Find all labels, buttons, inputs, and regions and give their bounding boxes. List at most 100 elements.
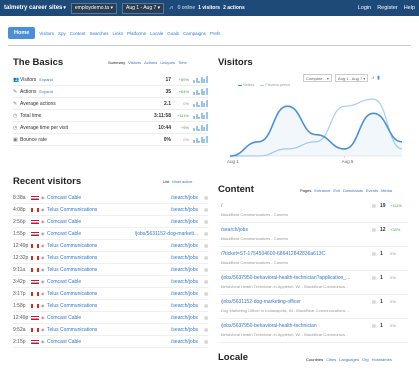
details-icon[interactable]: ▤ (198, 303, 208, 308)
nav-visitors[interactable]: Visitors (39, 31, 54, 36)
details-icon[interactable]: ▤ (198, 291, 208, 296)
details-icon[interactable]: ▤ (198, 327, 208, 332)
tab-entrance[interactable]: Entrance (314, 188, 330, 193)
visitor-row[interactable]: 9:52a ◉ Telus Communications/search/jobs ▤ (13, 324, 208, 336)
tab-visitors[interactable]: Visitors (128, 60, 141, 65)
visitor-isp[interactable]: Comcast Cable (47, 219, 99, 225)
details-icon[interactable]: ▤ (198, 267, 208, 272)
visitor-path[interactable]: /search/jobs (99, 303, 198, 309)
visitor-isp[interactable]: Telus Communications (47, 243, 99, 249)
nav-goals[interactable]: Goals (167, 31, 179, 36)
visitor-path[interactable]: /search/jobs (99, 339, 198, 345)
nav-campaigns[interactable]: Campaigns (183, 31, 206, 36)
tab-list[interactable]: List (163, 179, 169, 184)
visitor-row[interactable]: 1:58p ◉ Telus Communications/search/jobs ▤ (13, 300, 208, 312)
tab-languages[interactable]: Languages (339, 357, 359, 362)
tab-countries[interactable]: Countries (306, 357, 323, 362)
content-path-link[interactable]: /jobs/5631152-dog-marketing-officer (221, 299, 366, 305)
visitor-row[interactable]: 3:42p ◉ Comcast Cable/search/jobs ▤ (13, 276, 208, 288)
content-path-link[interactable]: /search/jobs (221, 227, 366, 233)
nav-spy[interactable]: Spy (58, 31, 66, 36)
details-icon[interactable]: ▤ (198, 207, 208, 212)
visitor-isp[interactable]: Telus Communications (47, 255, 99, 261)
nav-prefs[interactable]: Prefs (210, 31, 221, 36)
visitor-row[interactable]: 4:08p ◉ Telus Communications/search/jobs ▤ (13, 204, 208, 216)
visitor-row[interactable]: 12:49p ◉ Comcast Cable/search/jobs ▤ (13, 312, 208, 324)
visitor-path[interactable]: /jobs/5631152-dog-marketi... (99, 231, 198, 237)
visitor-row[interactable]: 12:32p ◉ Telus Communications/search/jobs ▤ (13, 252, 208, 264)
register-link[interactable]: Register (377, 5, 397, 11)
tab-summary[interactable]: Summary (108, 60, 125, 65)
details-icon[interactable]: ▤ (372, 299, 376, 304)
tab-hostnames[interactable]: Hostnames (372, 357, 392, 362)
details-icon[interactable]: ▤ (198, 195, 208, 200)
date-range-select[interactable]: Aug 1 - Aug 7 ▾ (121, 2, 165, 14)
details-icon[interactable]: ▤ (198, 243, 208, 248)
domain-select[interactable]: employdemo.ta ▾ (70, 2, 117, 14)
visitor-row[interactable]: 9:11a ◉ Telus Communications/search/jobs ▤ (13, 264, 208, 276)
visitor-row[interactable]: 8:38a ◉ Comcast Cable/search/jobs ▤ (13, 192, 208, 204)
visitor-path[interactable]: /search/jobs (99, 327, 198, 333)
visitor-path[interactable]: /search/jobs (99, 195, 198, 201)
tab-uniques[interactable]: Uniques (160, 60, 175, 65)
tab-most-active[interactable]: Most active (172, 179, 192, 184)
tab-media[interactable]: Media (381, 188, 392, 193)
tab-org[interactable]: Org (362, 357, 369, 362)
details-icon[interactable]: ▤ (372, 203, 376, 208)
details-icon[interactable]: ▤ (198, 219, 208, 224)
tab-events[interactable]: Events (366, 188, 378, 193)
content-path-link[interactable]: /jobs/5637950-behavioral-health-technici… (221, 323, 366, 329)
details-icon[interactable]: ▤ (372, 227, 376, 232)
expand-link[interactable]: Expand (39, 89, 53, 94)
tab-exit[interactable]: Exit (333, 188, 340, 193)
visitor-path[interactable]: /search/jobs (99, 291, 198, 297)
chart-icon[interactable]: ⩘ (169, 5, 172, 12)
visitor-isp[interactable]: Comcast Cable (47, 315, 99, 321)
content-path-link[interactable]: / (221, 203, 366, 209)
compare-select[interactable]: Compare... ▾ (303, 74, 332, 82)
visitor-isp[interactable]: Telus Communications (47, 303, 99, 309)
visitor-isp[interactable]: Comcast Cable (47, 339, 99, 345)
visitor-row[interactable]: 1:55p ◉ Comcast Cable/jobs/5631152-dog-mar… (13, 228, 208, 240)
visitor-row[interactable]: 12:49p ◉ Telus Communications/search/jobs ▤ (13, 240, 208, 252)
visitor-path[interactable]: /search/jobs (99, 207, 198, 213)
visitor-row[interactable]: 2:15p ◉ Comcast Cable/search/jobs ▤ (13, 336, 208, 348)
details-icon[interactable]: ▤ (198, 279, 208, 284)
nav-home[interactable]: Home (8, 27, 36, 39)
line-chart-icon[interactable]: ⩘ (371, 75, 374, 81)
nav-platforms[interactable]: Platforms (127, 31, 146, 36)
visitor-path[interactable]: /search/jobs (99, 267, 198, 273)
details-icon[interactable]: ▤ (198, 339, 208, 344)
details-icon[interactable]: ▤ (198, 315, 208, 320)
visitor-isp[interactable]: Comcast Cable (47, 279, 99, 285)
nav-links[interactable]: Links (113, 31, 124, 36)
details-icon[interactable]: ▤ (372, 275, 376, 280)
tab-downloads[interactable]: Downloads (343, 188, 363, 193)
visitor-path[interactable]: /search/jobs (99, 243, 198, 249)
visitor-path[interactable]: /search/jobs (99, 219, 198, 225)
nav-content[interactable]: Content (70, 31, 86, 36)
visitor-path[interactable]: /search/jobs (99, 315, 198, 321)
tab-cities[interactable]: Cities (326, 357, 336, 362)
tab-actions[interactable]: Actions (144, 60, 157, 65)
visitor-isp[interactable]: Telus Communications (47, 291, 99, 297)
details-icon[interactable]: ▤ (198, 231, 208, 236)
visitor-path[interactable]: /search/jobs (99, 255, 198, 261)
chart-range-select[interactable]: Aug 1 - Aug 7 ▾ (334, 74, 369, 82)
login-link[interactable]: Login (358, 5, 371, 11)
details-icon[interactable]: ▤ (372, 251, 376, 256)
visitor-isp[interactable]: Comcast Cable (47, 231, 99, 237)
visitor-row[interactable]: 2:56p ◉ Comcast Cable/search/jobs ▤ (13, 216, 208, 228)
nav-searches[interactable]: Searches (89, 31, 108, 36)
visitor-isp[interactable]: Telus Communications (47, 327, 99, 333)
content-path-link[interactable]: /?ticket=ST-1754504600-686412842836a613C (221, 251, 366, 257)
visitor-path[interactable]: /search/jobs (99, 279, 198, 285)
content-path-link[interactable]: /jobs/5637950-behavioral-health-technici… (221, 275, 366, 281)
tab-pages[interactable]: Pages (300, 188, 311, 193)
help-link[interactable]: Help (404, 5, 415, 11)
bar-chart-icon[interactable]: ▮ (377, 75, 380, 81)
visitor-isp[interactable]: Comcast Cable (47, 195, 99, 201)
nav-locale[interactable]: Locale (150, 31, 163, 36)
visitor-row[interactable]: 3:17p ◉ Telus Communications/search/jobs ▤ (13, 288, 208, 300)
visitor-isp[interactable]: Telus Communications (47, 267, 99, 273)
